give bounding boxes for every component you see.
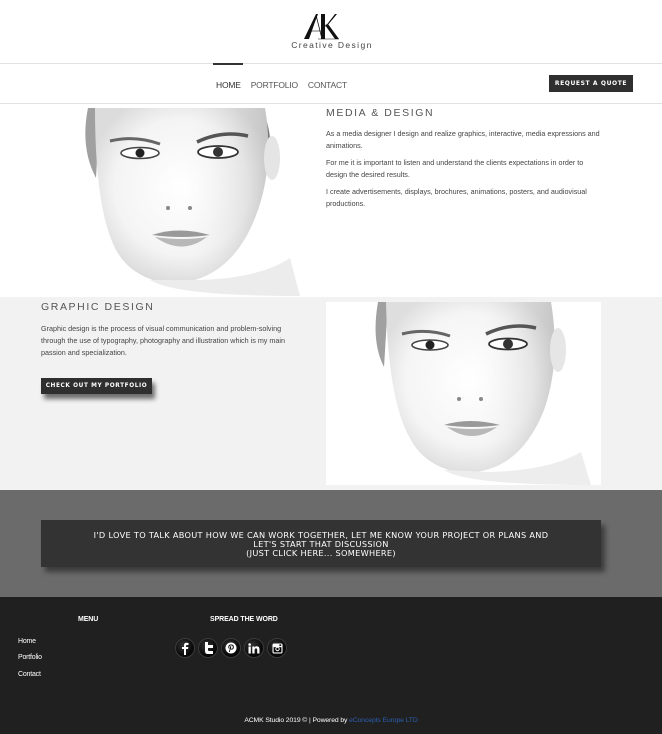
cta-band: I'D LOVE TO TALK ABOUT HOW WE CAN WORK T… xyxy=(0,490,662,597)
nav-portfolio[interactable]: PORTFOLIO xyxy=(251,64,298,104)
media-design-section: MEDIA & DESIGN As a media designer I des… xyxy=(0,104,662,297)
nav-contact[interactable]: CONTACT xyxy=(308,64,347,104)
footer-link-home[interactable]: Home xyxy=(18,638,36,645)
site-footer: MENU SPREAD THE WORD Home Portfolio Cont… xyxy=(0,597,662,734)
site-header: Creative Design xyxy=(0,0,662,63)
linkedin-icon[interactable] xyxy=(244,638,264,658)
media-design-paragraph: As a media designer I design and realize… xyxy=(326,129,600,150)
nav-links: HOME PORTFOLIO CONTACT xyxy=(213,63,357,104)
portrait-image xyxy=(326,302,601,485)
graphic-design-content: GRAPHIC DESIGN Graphic design is the pro… xyxy=(41,301,306,364)
footer-menu-heading: MENU xyxy=(78,616,99,623)
copyright-text: ACMK Studio 2019 © | Powered by xyxy=(244,717,350,724)
portrait-illustration xyxy=(326,302,601,485)
footer-link-contact[interactable]: Contact xyxy=(18,671,41,678)
footer-link-portfolio[interactable]: Portfolio xyxy=(18,654,42,661)
instagram-icon[interactable] xyxy=(267,638,287,658)
cta-line: (JUST CLICK HERE... SOMEWHERE) xyxy=(246,548,396,558)
request-quote-button[interactable]: REQUEST A QUOTE xyxy=(549,75,633,92)
nav-home[interactable]: HOME xyxy=(213,63,243,104)
portrait-illustration xyxy=(0,108,315,296)
graphic-design-paragraph: Graphic design is the process of visual … xyxy=(41,324,285,357)
media-design-title: MEDIA & DESIGN xyxy=(326,107,435,119)
graphic-design-section: GRAPHIC DESIGN Graphic design is the pro… xyxy=(0,297,662,490)
facebook-icon[interactable] xyxy=(175,638,195,658)
media-design-content: MEDIA & DESIGN As a media designer I des… xyxy=(326,107,606,215)
graphic-design-title: GRAPHIC DESIGN xyxy=(41,301,155,313)
check-portfolio-button[interactable]: CHECK OUT MY PORTFOLIO xyxy=(41,378,152,394)
powered-by-link[interactable]: eConcepts Europe LTD xyxy=(349,717,418,724)
footer-spread-heading: SPREAD THE WORD xyxy=(210,616,278,623)
logo-icon[interactable] xyxy=(302,12,340,40)
main-navigation: HOME PORTFOLIO CONTACT REQUEST A QUOTE xyxy=(0,63,662,104)
logo-text: Creative Design xyxy=(291,40,373,50)
copyright: ACMK Studio 2019 © | Powered by eConcept… xyxy=(0,717,662,724)
social-links xyxy=(175,638,287,658)
media-design-paragraph: I create advertisements, displays, broch… xyxy=(326,187,587,208)
pinterest-icon[interactable] xyxy=(221,638,241,658)
contact-cta-button[interactable]: I'D LOVE TO TALK ABOUT HOW WE CAN WORK T… xyxy=(41,520,601,567)
media-design-paragraph: For me it is important to listen and und… xyxy=(326,158,584,179)
twitter-icon[interactable] xyxy=(198,638,218,658)
portrait-image xyxy=(0,108,315,296)
